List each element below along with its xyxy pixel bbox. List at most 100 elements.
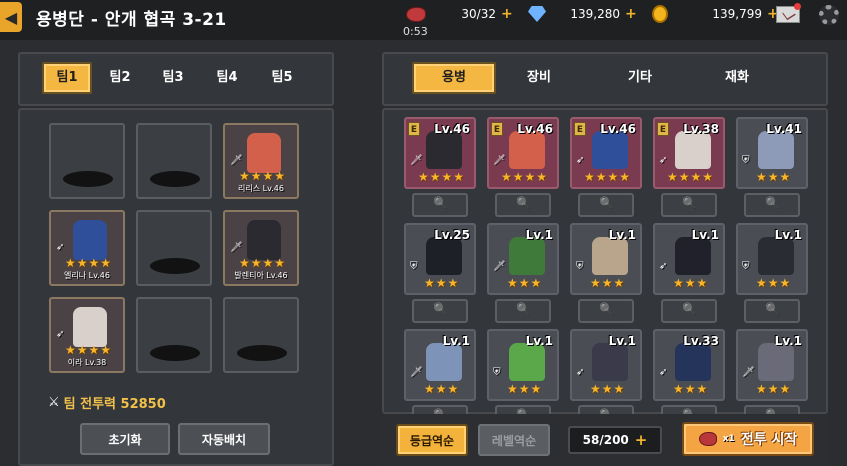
tab-team-5[interactable]: 팀5 (256, 62, 308, 94)
empty-slot-shadow (150, 345, 200, 361)
sort-by-grade-button[interactable]: 등급역순 (396, 424, 468, 456)
magnify-button[interactable] (495, 299, 551, 323)
star-icon: ★ (678, 170, 690, 184)
team-slot-empty[interactable] (136, 210, 212, 286)
star-rating: ★ ★ ★ (507, 383, 541, 395)
star-icon: ★ (590, 382, 601, 396)
star-icon: ★ (767, 170, 779, 184)
tab-team-3[interactable]: 팀3 (148, 62, 198, 94)
tab-team-4[interactable]: 팀4 (198, 62, 256, 94)
back-button[interactable]: ◀ (0, 2, 22, 32)
merc-card[interactable]: Lv.25 ⛨ ★ ★ ★ (404, 223, 476, 295)
merc-card[interactable]: Lv.1 ⛨ ★ ★ ★ (487, 329, 559, 401)
merc-card[interactable]: Lv.41 ⛨ ★ ★ ★ (736, 117, 808, 189)
team-slot-empty[interactable] (223, 297, 299, 373)
merc-card[interactable]: E Lv.38 ➶ ★ ★ ★ ★ (653, 117, 725, 189)
add-gems-button[interactable]: + (625, 6, 637, 22)
merc-card[interactable]: Lv.1 ⛨ ★ ★ ★ (736, 223, 808, 295)
reset-button[interactable]: 초기화 (80, 423, 170, 455)
merc-card[interactable]: Lv.1 ➶ ★ ★ ★ (653, 223, 725, 295)
merc-card[interactable]: Lv.33 ➶ ★ ★ ★ (653, 329, 725, 401)
merc-card[interactable]: E Lv.46 🗡 ★ ★ ★ ★ (404, 117, 476, 189)
gear-icon[interactable] (819, 5, 839, 25)
resource-stamina[interactable]: 30/32 + (406, 4, 513, 24)
tab-currency[interactable]: 재화 (698, 62, 776, 94)
page-title: 용병단 - 안개 협곡 3-21 (36, 10, 227, 30)
resource-gold[interactable]: 139,799 + (652, 4, 779, 24)
auto-deploy-button[interactable]: 자동배치 (178, 423, 270, 455)
team-slot-empty[interactable] (49, 123, 125, 199)
merc-level: Lv.1 (608, 334, 636, 348)
merc-portrait (592, 131, 628, 169)
sword-role-icon: 🗡 (410, 367, 423, 378)
tab-mercenary[interactable]: 용병 (412, 62, 496, 94)
tab-team-1[interactable]: 팀1 (42, 62, 92, 94)
notification-dot (794, 3, 801, 10)
star-rating: ★ ★ ★ (424, 277, 458, 289)
star-icon: ★ (584, 170, 595, 184)
merc-card[interactable]: Lv.1 ➶ ★ ★ ★ (570, 329, 642, 401)
merc-tabs: 용병 장비 기타 재화 (412, 62, 776, 94)
star-icon: ★ (601, 276, 613, 290)
star-icon: ★ (65, 256, 76, 270)
magnify-button[interactable] (744, 193, 800, 217)
star-icon: ★ (767, 276, 779, 290)
star-icon: ★ (590, 276, 601, 290)
star-rating: ★ ★ ★ (673, 277, 707, 289)
tab-etc[interactable]: 기타 (582, 62, 698, 94)
star-icon: ★ (418, 170, 429, 184)
merc-card[interactable]: Lv.1 🗡 ★ ★ ★ (736, 329, 808, 401)
star-icon: ★ (530, 276, 542, 290)
magnify-button[interactable] (578, 193, 634, 217)
star-icon: ★ (507, 382, 518, 396)
team-slot-hero[interactable]: ➶ ★ ★ ★ ★ 엘리나 Lv.46 (49, 210, 125, 286)
start-battle-button[interactable]: x1 전투 시작 (682, 422, 814, 456)
merc-card[interactable]: Lv.1 ⛨ ★ ★ ★ (570, 223, 642, 295)
star-icon: ★ (447, 276, 459, 290)
star-icon: ★ (507, 276, 518, 290)
merc-level: Lv.33 (683, 334, 719, 348)
merc-level: Lv.46 (600, 122, 636, 136)
star-rating: ★ ★ ★ ★ (65, 344, 111, 356)
magnify-button[interactable] (495, 193, 551, 217)
add-stamina-button[interactable]: + (501, 6, 513, 22)
merc-card[interactable]: E Lv.46 ➶ ★ ★ ★ ★ (570, 117, 642, 189)
sword-role-icon: 🗡 (493, 261, 506, 272)
merc-level: Lv.38 (683, 122, 719, 136)
magnify-button[interactable] (744, 299, 800, 323)
merc-portrait (592, 343, 628, 381)
merc-card[interactable]: Lv.1 🗡 ★ ★ ★ (404, 329, 476, 401)
merc-card[interactable]: Lv.1 🗡 ★ ★ ★ (487, 223, 559, 295)
sword-role-icon: 🗡 (230, 242, 243, 253)
expand-slots-button[interactable]: + (635, 431, 648, 449)
team-slot-hero[interactable]: 🗡 ★ ★ ★ ★ 발렌티아 Lv.46 (223, 210, 299, 286)
merc-portrait (758, 131, 794, 169)
star-icon: ★ (779, 382, 791, 396)
merc-portrait (675, 131, 711, 169)
magnify-button[interactable] (578, 299, 634, 323)
team-slot-hero[interactable]: ➶ ★ ★ ★ ★ 이라 Lv.38 (49, 297, 125, 373)
magnify-button[interactable] (412, 299, 468, 323)
star-icon: ★ (76, 343, 88, 357)
magnify-button[interactable] (661, 193, 717, 217)
team-slot-empty[interactable] (136, 123, 212, 199)
team-slot-hero[interactable]: 🗡 ★ ★ ★ ★ 리리스 Lv.46 (223, 123, 299, 199)
magnify-button[interactable] (661, 299, 717, 323)
star-rating: ★ ★ ★ (756, 383, 790, 395)
merc-card[interactable]: E Lv.46 🗡 ★ ★ ★ ★ (487, 117, 559, 189)
tab-team-2[interactable]: 팀2 (92, 62, 148, 94)
hero-name-level: 발렌티아 Lv.46 (234, 271, 288, 280)
merc-portrait (426, 237, 462, 275)
star-icon: ★ (435, 382, 447, 396)
magnify-button[interactable] (412, 193, 468, 217)
star-rating: ★ ★ ★ ★ (239, 170, 285, 182)
star-icon: ★ (250, 169, 262, 183)
sort-by-level-button[interactable]: 레벨역순 (478, 424, 550, 456)
tab-equipment[interactable]: 장비 (496, 62, 582, 94)
empty-slot-shadow (237, 345, 287, 361)
resource-gems[interactable]: 139,280 + (528, 4, 637, 24)
star-icon: ★ (756, 382, 767, 396)
team-slot-empty[interactable] (136, 297, 212, 373)
chevron-left-icon: ◀ (4, 7, 18, 27)
merc-portrait (675, 343, 711, 381)
